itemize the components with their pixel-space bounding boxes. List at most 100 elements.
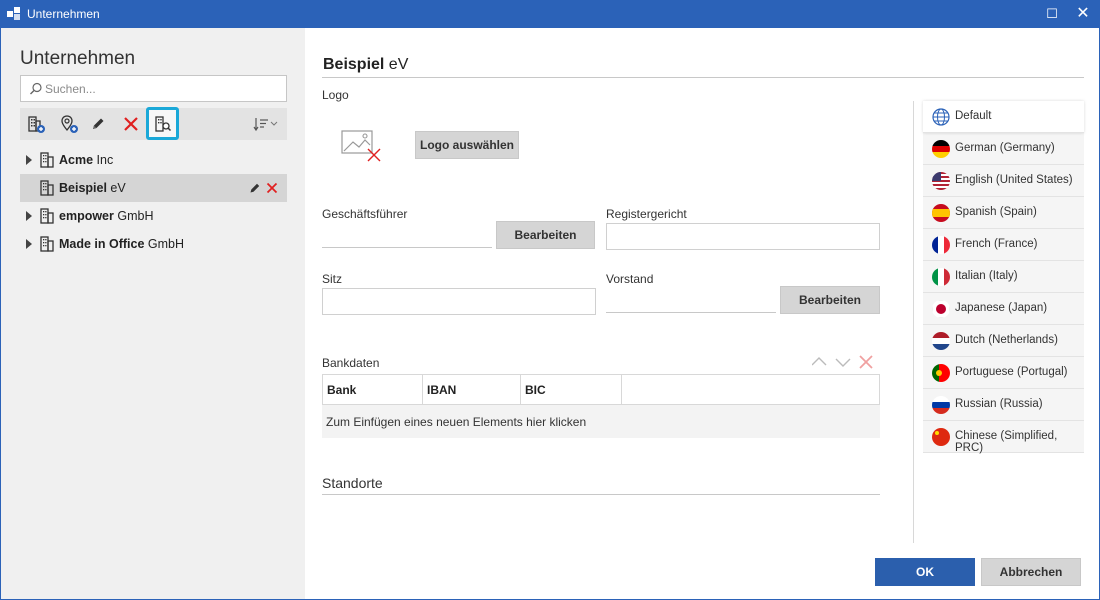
ok-button[interactable]: OK xyxy=(875,558,975,586)
language-label: Japanese (Japan) xyxy=(955,302,1048,314)
language-item-dutch[interactable]: Dutch (Netherlands) xyxy=(923,325,1084,357)
cancel-button[interactable]: Abbrechen xyxy=(981,558,1081,586)
language-label: Russian (Russia) xyxy=(955,398,1043,410)
language-label: Italian (Italy) xyxy=(955,270,1018,282)
column-header-iban[interactable]: IBAN xyxy=(423,375,521,404)
delete-icon xyxy=(124,117,138,131)
tree-item-label: Made in Office GmbH xyxy=(59,237,185,251)
building-icon xyxy=(40,180,54,196)
move-up-icon[interactable] xyxy=(812,357,827,366)
search-input[interactable] xyxy=(45,79,281,99)
flag-us-icon xyxy=(932,172,950,190)
bank-grid: Bank IBAN BIC Zum Einfügen eines neuen E… xyxy=(322,374,880,438)
no-image-icon xyxy=(341,130,381,162)
board-edit-button[interactable]: Bearbeiten xyxy=(780,286,880,314)
building-icon xyxy=(40,236,54,252)
language-item-spanish[interactable]: Spanish (Spain) xyxy=(923,197,1084,229)
tree-item-label: empower GmbH xyxy=(59,209,154,223)
ceo-edit-button[interactable]: Bearbeiten xyxy=(496,221,595,249)
company-title: Beispiel eV xyxy=(323,56,409,73)
language-label: Chinese (Simplified, PRC) xyxy=(955,430,1058,454)
window-title: Unternehmen xyxy=(27,7,100,21)
register-court-label: Registergericht xyxy=(606,207,687,221)
tree-item-made-in-office[interactable]: Made in Office GmbH xyxy=(20,230,287,258)
new-row-placeholder[interactable]: Zum Einfügen eines neuen Elements hier k… xyxy=(322,405,880,438)
language-item-japanese[interactable]: Japanese (Japan) xyxy=(923,293,1084,325)
dialog-window: Unternehmen ☐ ✕ Unternehmen Suchen... Ac… xyxy=(0,0,1100,600)
tree-item-acme[interactable]: Acme Inc xyxy=(20,146,287,174)
search-icon xyxy=(30,82,42,95)
select-logo-button[interactable]: Logo auswählen xyxy=(415,131,519,159)
logo-label: Logo xyxy=(322,88,349,102)
locations-heading: Standorte xyxy=(322,475,383,491)
language-label: German (Germany) xyxy=(955,142,1055,154)
language-label: Dutch (Netherlands) xyxy=(955,334,1058,346)
company-tree: Acme Inc Beispiel eV empower GmbH Made i… xyxy=(20,146,287,258)
language-item-german[interactable]: German (Germany) xyxy=(923,133,1084,165)
expand-arrow-icon[interactable] xyxy=(26,211,32,221)
language-label: Default xyxy=(955,110,992,122)
language-label: Portuguese (Portugal) xyxy=(955,366,1068,378)
language-item-default[interactable]: Default xyxy=(923,101,1084,133)
flag-fr-icon xyxy=(932,236,950,254)
language-label: Spanish (Spain) xyxy=(955,206,1037,218)
add-location-button[interactable] xyxy=(55,111,83,137)
bank-toolbar xyxy=(812,355,873,369)
flag-de-icon xyxy=(932,140,950,158)
language-item-russian[interactable]: Russian (Russia) xyxy=(923,389,1084,421)
detail-pane: Beispiel eV Logo Logo auswählen Geschäft… xyxy=(306,28,1099,599)
add-company-button[interactable] xyxy=(22,111,50,137)
language-divider xyxy=(913,101,914,543)
seat-label: Sitz xyxy=(322,272,343,286)
tree-item-label: Beispiel eV xyxy=(59,181,126,195)
ceo-label: Geschäftsführer xyxy=(322,207,408,221)
app-icon xyxy=(7,7,20,20)
language-label: French (France) xyxy=(955,238,1038,250)
globe-icon xyxy=(932,108,950,126)
sort-button[interactable] xyxy=(250,111,282,137)
edit-icon[interactable] xyxy=(249,182,261,194)
flag-ru-icon xyxy=(932,396,950,414)
flag-pt-icon xyxy=(932,364,950,382)
add-location-icon xyxy=(61,115,78,133)
maximize-button[interactable]: ☐ xyxy=(1042,5,1062,23)
language-item-portuguese[interactable]: Portuguese (Portugal) xyxy=(923,357,1084,389)
edit-button[interactable] xyxy=(84,111,112,137)
flag-cn-icon xyxy=(932,428,950,446)
flag-es-icon xyxy=(932,204,950,222)
move-down-icon[interactable] xyxy=(835,358,851,367)
flag-nl-icon xyxy=(932,332,950,350)
grid-header: Bank IBAN BIC xyxy=(322,374,880,405)
language-item-english[interactable]: English (United States) xyxy=(923,165,1084,197)
column-header-bic[interactable]: BIC xyxy=(521,375,622,404)
sort-icon xyxy=(253,118,278,132)
company-search-button[interactable] xyxy=(146,107,179,140)
tree-item-label: Acme Inc xyxy=(59,153,114,167)
language-item-chinese[interactable]: Chinese (Simplified, PRC) xyxy=(923,421,1084,454)
company-search-icon xyxy=(154,115,171,132)
delete-icon[interactable] xyxy=(266,182,278,194)
tree-item-beispiel[interactable]: Beispiel eV xyxy=(20,174,287,202)
expand-arrow-icon[interactable] xyxy=(26,155,32,165)
column-header-bank[interactable]: Bank xyxy=(323,375,423,404)
language-item-italian[interactable]: Italian (Italy) xyxy=(923,261,1084,293)
delete-button[interactable] xyxy=(117,111,145,137)
flag-it-icon xyxy=(932,268,950,286)
board-field xyxy=(606,289,776,313)
language-item-french[interactable]: French (France) xyxy=(923,229,1084,261)
tree-item-empower[interactable]: empower GmbH xyxy=(20,202,287,230)
edit-icon xyxy=(93,118,104,129)
delete-row-icon[interactable] xyxy=(859,355,873,369)
sidebar-toolbar xyxy=(20,107,287,140)
expand-arrow-icon[interactable] xyxy=(26,239,32,249)
bank-label: Bankdaten xyxy=(322,356,380,370)
register-court-field[interactable] xyxy=(606,223,880,250)
close-button[interactable]: ✕ xyxy=(1073,5,1093,23)
locations-divider xyxy=(322,494,880,495)
flag-jp-icon xyxy=(932,300,950,318)
board-label: Vorstand xyxy=(606,272,654,286)
ceo-field xyxy=(322,224,492,248)
search-box[interactable] xyxy=(20,75,287,102)
seat-field[interactable] xyxy=(322,288,596,315)
building-icon xyxy=(40,152,54,168)
